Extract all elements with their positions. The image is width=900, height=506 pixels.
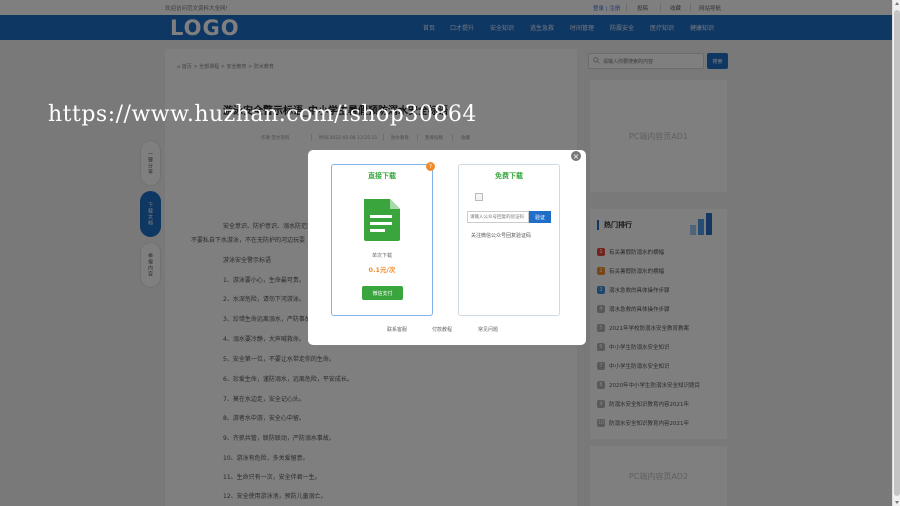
wechat-pay-button[interactable]: 微信支付 bbox=[362, 286, 403, 300]
qr-code-image bbox=[475, 193, 483, 201]
info-badge-icon: ? bbox=[426, 162, 435, 171]
page-scrollbar[interactable] bbox=[892, 0, 900, 506]
direct-download-title: 直接下载 bbox=[368, 172, 396, 180]
direct-download-card: 直接下载 ? 单次下载 0.1元/次 微信支付 bbox=[331, 162, 435, 316]
watermark-text: https://www.huzhan.com/ishop30864 bbox=[48, 102, 477, 127]
scroll-up-icon[interactable] bbox=[895, 2, 899, 5]
scroll-down-icon[interactable] bbox=[895, 501, 899, 504]
price-label: 0.1元/次 bbox=[368, 266, 396, 274]
scrollbar-thumb[interactable] bbox=[894, 10, 900, 496]
contact-support-link[interactable]: 联系客服 bbox=[387, 326, 407, 333]
free-download-title: 免费下载 bbox=[495, 172, 523, 180]
document-icon bbox=[364, 199, 400, 241]
verify-button[interactable]: 验证 bbox=[529, 211, 551, 223]
close-icon[interactable]: × bbox=[570, 150, 582, 162]
download-modal: 直接下载 ? 单次下载 0.1元/次 微信支付 免费下载 验证 关注微信公众号回… bbox=[308, 150, 586, 345]
single-download-label: 单次下载 bbox=[371, 253, 392, 259]
verification-code-input[interactable] bbox=[467, 211, 529, 223]
free-download-card: 免费下载 验证 关注微信公众号回复验证码 bbox=[458, 164, 560, 316]
faq-link[interactable]: 常见问题 bbox=[478, 326, 498, 333]
code-hint-text: 关注微信公众号回复验证码 bbox=[471, 233, 532, 239]
payment-tutorial-link[interactable]: 付款教程 bbox=[432, 326, 452, 333]
